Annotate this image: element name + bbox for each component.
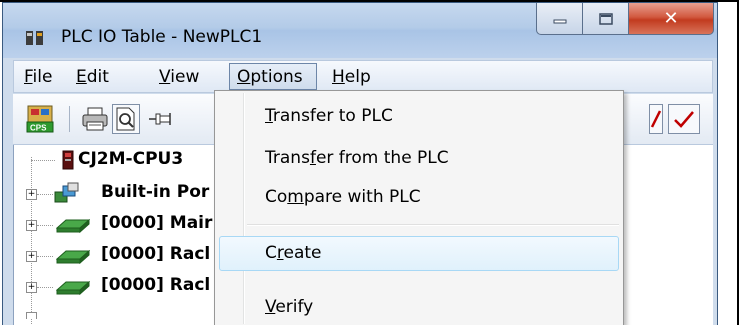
menu-item-accel: r bbox=[276, 243, 284, 263]
menu-view[interactable]: View bbox=[159, 67, 199, 87]
print-icon bbox=[82, 107, 108, 131]
menu-view-rest: iew bbox=[170, 67, 200, 87]
rack-icon bbox=[56, 218, 90, 234]
close-icon: ✕ bbox=[663, 8, 679, 29]
verify-check-icon bbox=[674, 111, 694, 128]
expand-icon[interactable]: + bbox=[26, 251, 37, 262]
tree-item-label: [0000] Mair bbox=[101, 213, 213, 233]
menu-item-text: eate bbox=[283, 243, 322, 263]
menu-item-create[interactable]: Create bbox=[265, 243, 322, 263]
menu-bar: File Edit View Options Help bbox=[13, 60, 713, 93]
maximize-icon bbox=[598, 12, 613, 25]
menu-item-text: er from the PLC bbox=[315, 148, 449, 168]
tree-item-cpu[interactable]: CJ2M-CPU3 bbox=[14, 145, 244, 175]
menu-options-accel: O bbox=[237, 67, 251, 87]
toolbar-separator bbox=[69, 106, 70, 132]
menu-edit-rest: dit bbox=[86, 67, 109, 87]
tree-item-label: Built-in Por bbox=[101, 182, 210, 202]
screenshot-frame: PLC IO Table - NewPLC1 ✕ File Edit View … bbox=[0, 0, 739, 325]
rack-icon bbox=[56, 249, 90, 265]
pin-button[interactable] bbox=[146, 104, 176, 134]
menu-options-rest: ptions bbox=[250, 67, 303, 87]
menu-item-text: Co bbox=[265, 187, 288, 207]
minimize-button[interactable] bbox=[536, 3, 582, 35]
cpu-icon bbox=[62, 150, 74, 170]
tree-connector bbox=[31, 160, 55, 161]
menu-separator bbox=[247, 224, 619, 226]
verify-check-button[interactable] bbox=[668, 104, 700, 134]
menu-item-transfer-to-plc[interactable]: Transfer to PLC bbox=[265, 106, 393, 126]
expand-icon bbox=[26, 312, 37, 319]
tree-connector bbox=[37, 225, 53, 226]
plc-io-table-icon bbox=[26, 31, 43, 45]
print-preview-button[interactable] bbox=[112, 104, 140, 134]
menu-options[interactable]: Options bbox=[237, 67, 303, 87]
menu-file-accel: F bbox=[24, 67, 33, 87]
built-in-port-icon bbox=[54, 182, 79, 203]
tree-item-label: CJ2M-CPU3 bbox=[78, 149, 184, 169]
menu-gutter bbox=[244, 93, 245, 324]
expand-icon[interactable]: + bbox=[26, 282, 37, 293]
cps-label: CPS bbox=[30, 124, 47, 133]
window-title: PLC IO Table - NewPLC1 bbox=[61, 27, 263, 47]
menu-item-text: Trans bbox=[265, 148, 310, 168]
minimize-icon bbox=[553, 19, 566, 23]
cps-icon: CPS bbox=[26, 105, 54, 133]
menu-view-accel: V bbox=[159, 67, 171, 87]
delete-icon bbox=[650, 110, 662, 128]
tree-item-rack-2[interactable]: + [0000] Racl bbox=[14, 271, 244, 301]
tree-connector bbox=[37, 287, 53, 288]
cps-button[interactable]: CPS bbox=[25, 104, 55, 134]
title-bar[interactable]: PLC IO Table - NewPLC1 ✕ bbox=[3, 3, 717, 58]
tree-item-rack-1[interactable]: + [0000] Racl bbox=[14, 240, 244, 270]
tree-connector bbox=[37, 194, 53, 195]
expand-icon[interactable]: + bbox=[26, 189, 37, 200]
menu-item-transfer-from-plc[interactable]: Transfer from the PLC bbox=[265, 148, 449, 168]
maximize-button[interactable] bbox=[582, 3, 628, 35]
tree-item-partial bbox=[14, 303, 244, 325]
tree-item-label: [0000] Racl bbox=[101, 244, 211, 264]
menu-item-accel: m bbox=[287, 187, 304, 207]
menu-file[interactable]: File bbox=[24, 67, 52, 87]
menu-item-compare-with-plc[interactable]: Compare with PLC bbox=[265, 187, 421, 207]
expand-icon[interactable]: + bbox=[26, 220, 37, 231]
tree-item-label: [0000] Racl bbox=[101, 275, 211, 295]
tree-connector bbox=[37, 256, 53, 257]
menu-item-accel: V bbox=[265, 297, 276, 317]
rack-icon bbox=[56, 280, 90, 296]
tree-item-main-rack[interactable]: + [0000] Mair bbox=[14, 209, 244, 239]
menu-edit-accel: E bbox=[76, 67, 87, 87]
print-preview-icon bbox=[116, 107, 135, 131]
menu-item-text: pare with PLC bbox=[303, 187, 421, 207]
print-button[interactable] bbox=[81, 104, 109, 134]
menu-item-verify[interactable]: Verify bbox=[265, 297, 313, 317]
delete-button[interactable] bbox=[649, 104, 663, 134]
pin-icon bbox=[149, 113, 171, 125]
close-button[interactable]: ✕ bbox=[628, 3, 714, 35]
options-menu: Transfer to PLC Transfer from the PLC Co… bbox=[214, 90, 624, 325]
menu-help-accel: H bbox=[332, 67, 345, 87]
menu-help-rest: elp bbox=[344, 67, 371, 87]
menu-edit[interactable]: Edit bbox=[76, 67, 109, 87]
menu-file-rest: ile bbox=[32, 67, 53, 87]
caption-buttons: ✕ bbox=[536, 3, 714, 37]
tree-item-built-in-port[interactable]: + Built-in Por bbox=[14, 178, 244, 208]
menu-item-text: C bbox=[265, 243, 277, 263]
menu-item-accel: T bbox=[265, 106, 273, 126]
menu-item-text: erify bbox=[275, 297, 314, 317]
menu-item-text: ransfer to PLC bbox=[272, 106, 393, 126]
menu-help[interactable]: Help bbox=[332, 67, 371, 87]
